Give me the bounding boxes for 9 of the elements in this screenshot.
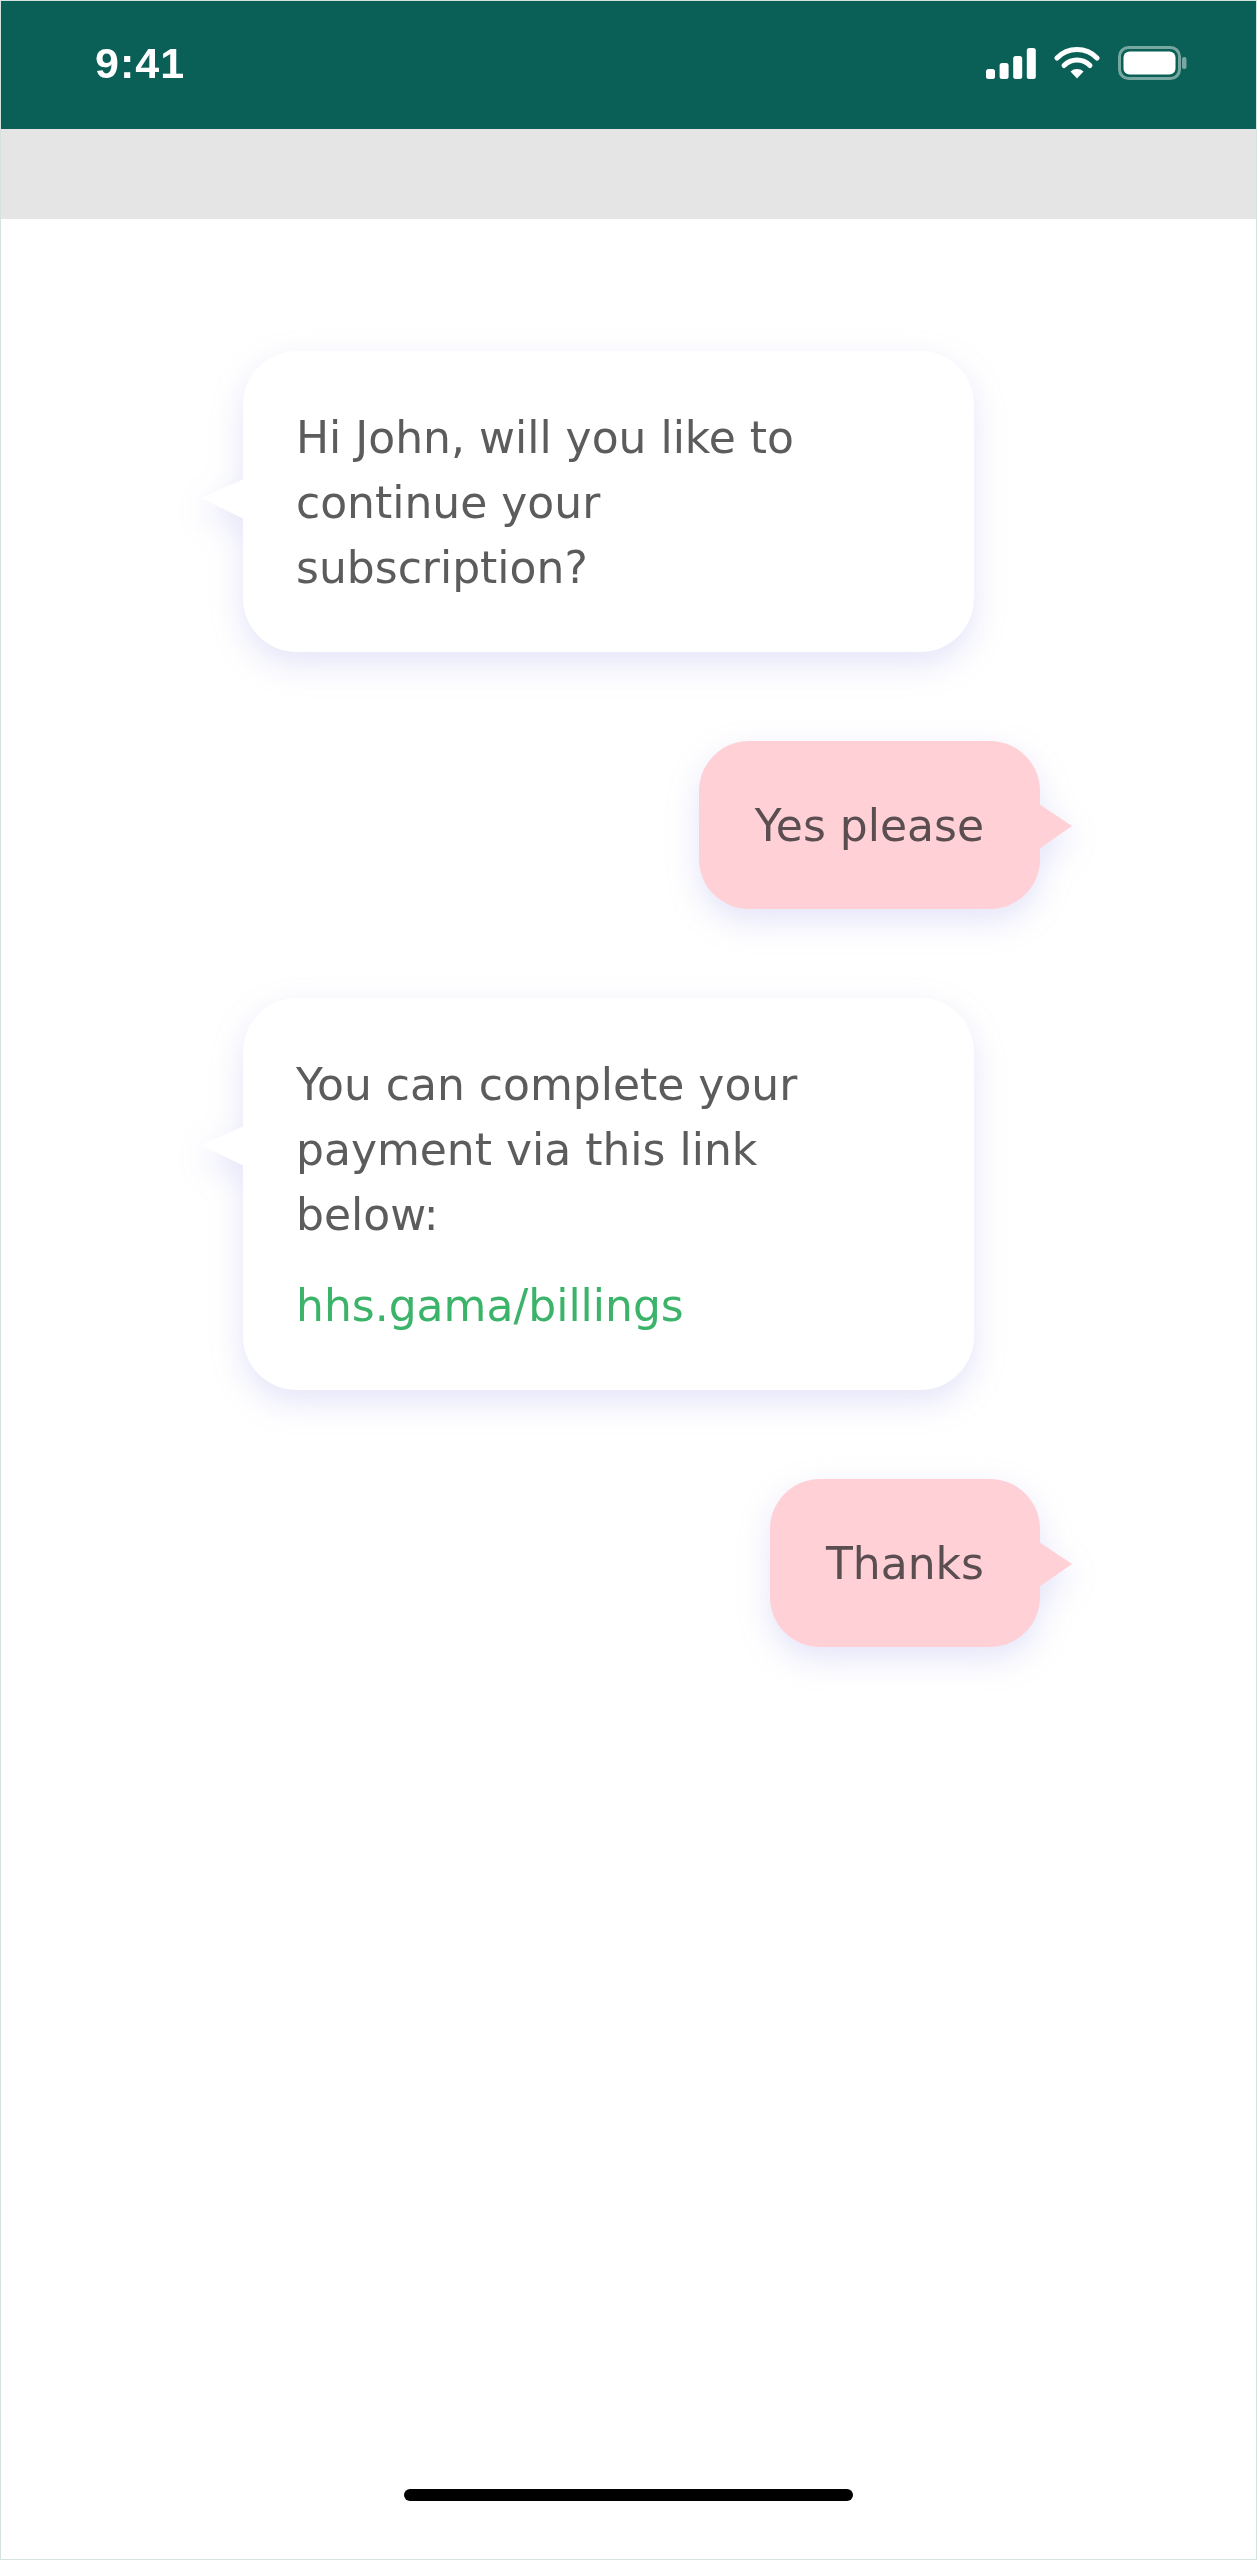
battery-icon bbox=[1118, 46, 1187, 80]
message-link[interactable]: hhs.gama/billings bbox=[296, 1273, 856, 1338]
message-text: Yes please bbox=[754, 799, 984, 853]
status-time: 9:41 bbox=[95, 38, 186, 88]
signal-icon bbox=[986, 47, 1036, 79]
wifi-icon bbox=[1054, 47, 1100, 79]
message-text: You can complete your payment via this link below: bbox=[296, 1058, 799, 1242]
message-text: Thanks bbox=[825, 1537, 984, 1591]
message-text: Hi John, will you like to continue your subscription? bbox=[296, 411, 795, 595]
